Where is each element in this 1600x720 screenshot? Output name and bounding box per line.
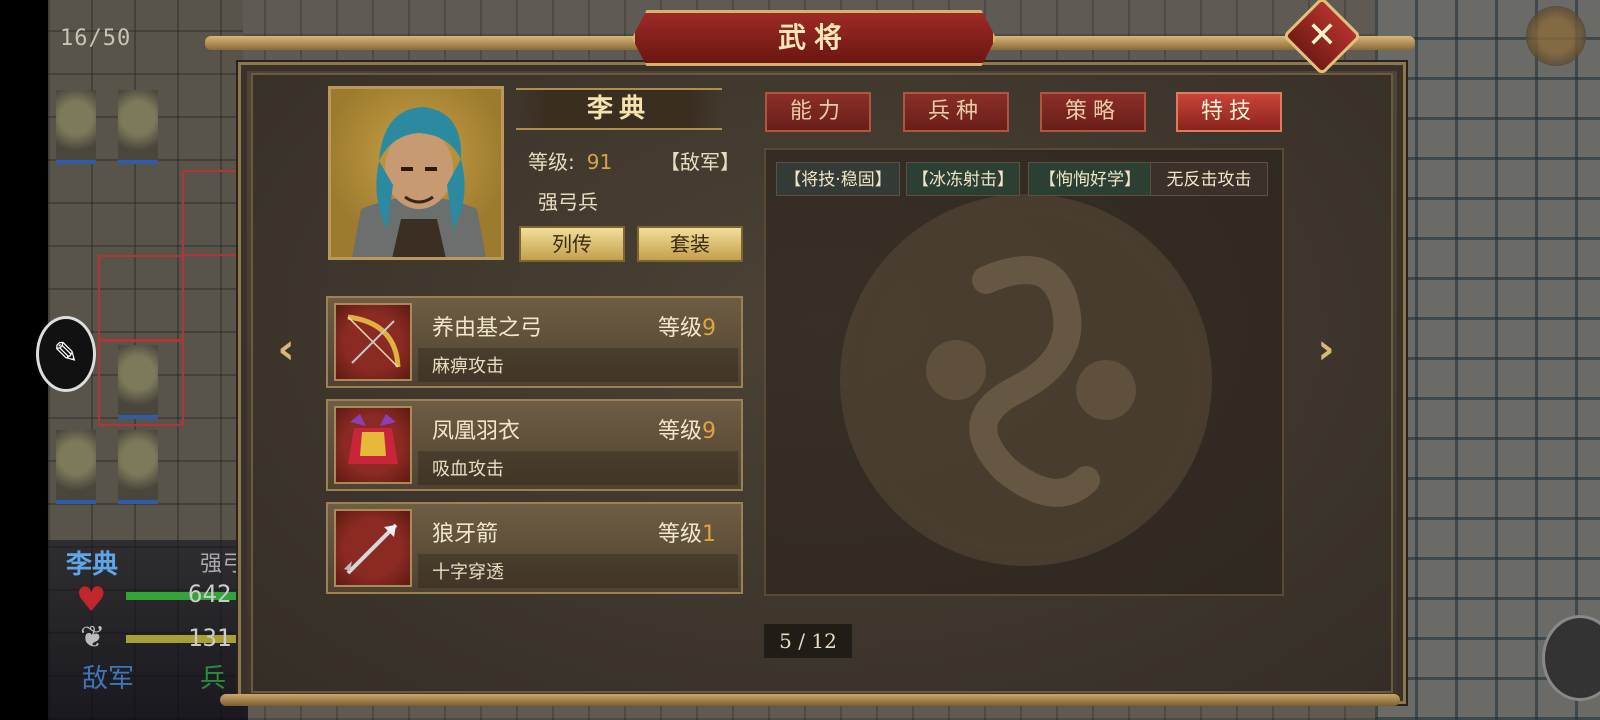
equipment-level-label: 等级 xyxy=(658,522,703,547)
equipment-slot-weapon[interactable]: 养由基之弓 等级9 麻痹攻击 xyxy=(326,296,743,388)
attack-range-cell[interactable] xyxy=(98,255,184,341)
equipment-name: 养由基之弓 xyxy=(432,316,543,341)
portrait-image xyxy=(352,107,486,257)
equipment-effect: 麻痹攻击 xyxy=(432,356,504,377)
unit-faction: 敌军 xyxy=(82,664,135,694)
general-name: 李典 xyxy=(586,94,651,124)
equipment-level-value: 1 xyxy=(702,522,717,547)
skill-chip[interactable]: 【将技·稳固】 xyxy=(776,162,900,196)
equipment-level-label: 等级 xyxy=(658,419,703,444)
hp-value: 642 xyxy=(188,580,232,608)
skill-panel: 【将技·稳固】 【冰冻射击】 【恂恂好学】 无反击攻击 xyxy=(764,148,1284,596)
unit-extra: 兵 xyxy=(200,664,227,694)
equipment-level: 等级1 xyxy=(658,516,716,548)
map-right-region xyxy=(1375,0,1600,720)
tab-special-skill[interactable]: 特技 xyxy=(1176,92,1282,132)
arrow-icon xyxy=(334,509,412,587)
general-name-plate: 李典 xyxy=(516,88,722,130)
close-icon[interactable]: ✕ xyxy=(1294,8,1350,64)
general-faction: 【敌军】 xyxy=(660,150,740,174)
map-unit[interactable] xyxy=(118,90,158,164)
equipment-effect: 十字穿透 xyxy=(432,562,504,583)
general-troop-type: 强弓兵 xyxy=(538,190,598,214)
feather-icon: ❦ xyxy=(80,620,106,655)
map-unit[interactable] xyxy=(56,90,96,164)
attack-range-cell[interactable] xyxy=(98,340,184,426)
general-level: 等级: 91 xyxy=(528,146,612,175)
page-indicator: 5 / 12 xyxy=(764,624,852,658)
equipment-level: 等级9 xyxy=(658,310,716,342)
tab-troop[interactable]: 兵种 xyxy=(903,92,1009,132)
side-menu-icon[interactable]: ✎ xyxy=(36,316,96,392)
level-label: 等级: xyxy=(528,150,575,174)
dialog-title-plate: 武将 xyxy=(632,10,996,66)
equipment-level: 等级9 xyxy=(658,413,716,445)
equipment-name: 凤凰羽衣 xyxy=(432,419,521,444)
unit-status-panel: 李典 强弓 ♥ 642 ❦ 131 敌军 兵 xyxy=(48,540,248,720)
equipment-level-label: 等级 xyxy=(658,316,703,341)
turn-counter: 16/50 xyxy=(60,26,132,51)
biography-button[interactable]: 列传 xyxy=(519,226,625,262)
equipment-slot-armor[interactable]: 凤凰羽衣 等级9 吸血攻击 xyxy=(326,399,743,491)
dialog-bottom-frame xyxy=(220,694,1400,706)
tab-ability[interactable]: 能力 xyxy=(765,92,871,132)
attack-range-cell[interactable] xyxy=(182,170,244,256)
equipment-effect: 吸血攻击 xyxy=(432,459,504,480)
level-value: 91 xyxy=(586,150,613,174)
map-unit[interactable] xyxy=(56,430,96,504)
dialog-title: 武将 xyxy=(777,21,850,54)
equipment-level-value: 9 xyxy=(702,419,717,444)
equipment-name: 狼牙箭 xyxy=(432,522,499,547)
equipment-level-value: 9 xyxy=(702,316,717,341)
map-unit[interactable] xyxy=(118,430,158,504)
mp-value: 131 xyxy=(188,624,232,652)
equipment-slot-ammo[interactable]: 狼牙箭 等级1 十字穿透 xyxy=(326,502,743,594)
prev-arrow-icon[interactable]: ‹ xyxy=(266,326,306,372)
armor-icon xyxy=(334,406,412,484)
dragon-emblem-icon xyxy=(840,194,1212,566)
next-arrow-icon[interactable]: › xyxy=(1306,326,1346,372)
skill-chip[interactable]: 【冰冻射击】 xyxy=(906,162,1020,196)
skill-chip[interactable]: 无反击攻击 xyxy=(1150,162,1268,196)
bow-icon xyxy=(334,303,412,381)
general-portrait xyxy=(328,86,504,260)
set-button[interactable]: 套装 xyxy=(637,226,743,262)
unit-name: 李典 xyxy=(66,550,119,580)
minimap-icon[interactable] xyxy=(1526,6,1586,66)
tab-strategy[interactable]: 策略 xyxy=(1040,92,1146,132)
skill-chip[interactable]: 【恂恂好学】 xyxy=(1028,162,1152,196)
heart-icon: ♥ xyxy=(76,580,107,620)
